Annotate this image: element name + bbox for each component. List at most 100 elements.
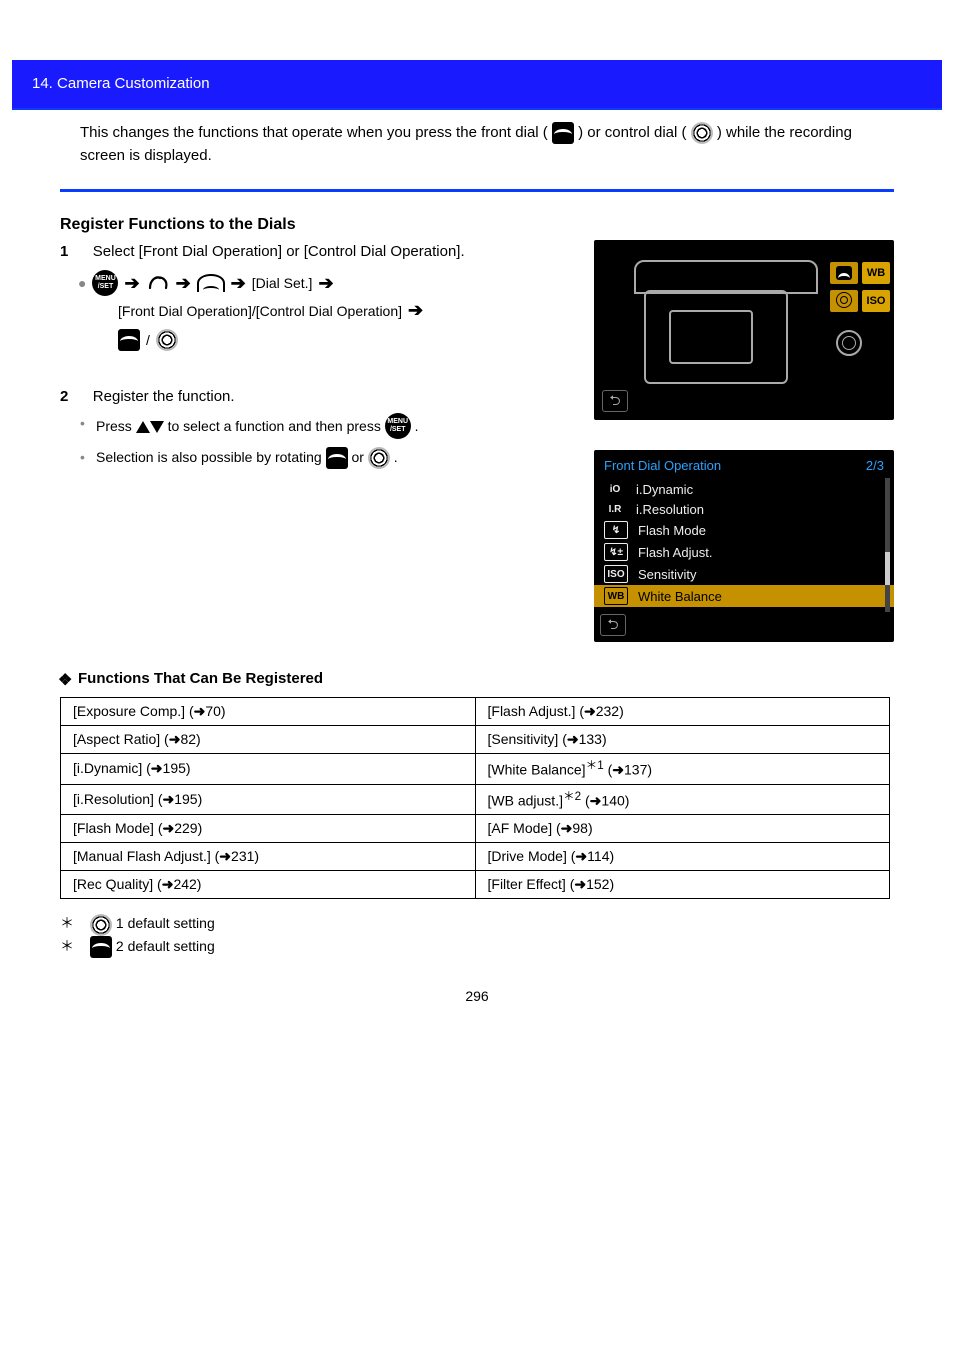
camera-top (634, 260, 818, 294)
footnote-2: ＊ 2 default setting (60, 936, 894, 958)
chapter-bar: 14. Camera Customization (12, 60, 942, 108)
iso-tag: ISO (862, 290, 890, 312)
control-dial-icon (90, 914, 112, 936)
row-icon: ↯ (604, 521, 628, 539)
row-label: i.Dynamic (636, 482, 693, 497)
front-dial-icon (836, 266, 852, 280)
row-label: i.Resolution (636, 502, 704, 517)
scrollbar[interactable] (885, 478, 890, 612)
menu-set-icon: MENU/SET (92, 270, 118, 296)
row-label: White Balance (638, 589, 722, 604)
row-label: Flash Mode (638, 523, 706, 538)
table-cell: [Flash Adjust.] (➜232) (475, 698, 890, 726)
note-text: . (394, 449, 398, 465)
row-icon: I.R (604, 501, 626, 517)
table-cell: [Drive Mode] (➜114) (475, 843, 890, 871)
table-cell: [White Balance]＊1 (➜137) (475, 754, 890, 785)
control-dial-icon (368, 447, 390, 469)
control-dial-tag (830, 290, 858, 312)
step-label: Select [Front Dial Operation] or [Contro… (73, 243, 465, 260)
step-label: Register the function. (73, 388, 235, 405)
table-cell: [Exposure Comp.] (➜70) (61, 698, 476, 726)
front-dial-icon (552, 122, 574, 144)
front-dial-icon (326, 447, 348, 469)
table-cell: [Aspect Ratio] (➜82) (61, 726, 476, 754)
footnotes: ＊ 1 default setting ＊ 2 default setting (0, 899, 954, 958)
arrow-icon: ➔ (124, 273, 139, 294)
step-note-1: Press to select a function and then pres… (60, 409, 574, 443)
custom-menu-icon (146, 274, 170, 292)
dial-icons-line: / (60, 321, 574, 351)
step-note-2: Selection is also possible by rotating o… (60, 443, 574, 473)
menu-row[interactable]: ↯± Flash Adjust. (594, 541, 894, 563)
arrow-icon: ➔ (408, 300, 423, 321)
menu-path-line-1: ● MENU/SET ➔ ➔ ➔ [Dial Set.] ➔ (60, 264, 574, 300)
row-label: Flash Adjust. (638, 545, 712, 560)
row-icon: WB (604, 587, 628, 605)
footnote-text: 1 default setting (116, 915, 215, 931)
functions-table: [Exposure Comp.] (➜70)[Flash Adjust.] (➜… (60, 697, 890, 899)
footnote-text: 2 default setting (116, 938, 215, 954)
intro-text-a: This changes the functions that operate … (80, 124, 548, 141)
dial-set-icon (197, 274, 225, 292)
step-1: 1 Select [Front Dial Operation] or [Cont… (60, 240, 574, 351)
menu-row[interactable]: ISO Sensitivity (594, 563, 894, 585)
down-icon (150, 421, 164, 433)
front-dial-tag (830, 262, 858, 284)
table-cell: [Flash Mode] (➜229) (61, 815, 476, 843)
menu-title: Front Dial Operation (604, 458, 721, 473)
table-cell: [WB adjust.]＊2 (➜140) (475, 784, 890, 815)
intro-paragraph: This changes the functions that operate … (0, 110, 954, 181)
step-number: 2 (60, 388, 68, 405)
front-dial-icon (118, 329, 140, 351)
back-icon: ⮌ (600, 614, 626, 636)
arrow-icon: ➔ (318, 273, 333, 294)
menu-page-indicator: 2/3 (866, 458, 884, 473)
registerable-heading: Functions That Can Be Registered (0, 642, 954, 697)
menu-item-dial-set: [Dial Set.] (252, 275, 313, 291)
menu-path-line-2: [Front Dial Operation]/[Control Dial Ope… (60, 300, 574, 321)
menu-row[interactable]: WB White Balance (594, 585, 894, 607)
screenshot-camera-diagram: WB ISO ⮌ (594, 240, 894, 420)
row-label: Sensitivity (638, 567, 697, 582)
front-dial-icon (90, 936, 112, 958)
back-icon: ⮌ (602, 390, 628, 412)
footnote-1: ＊ 1 default setting (60, 913, 894, 935)
menu-row[interactable]: I.R i.Resolution (594, 499, 894, 519)
intro-text-b: ) or control dial ( (578, 124, 686, 141)
menu-row[interactable]: ↯ Flash Mode (594, 519, 894, 541)
table-cell: [Filter Effect] (➜152) (475, 871, 890, 899)
row-icon: ISO (604, 565, 628, 583)
menu-item-operation: [Front Dial Operation]/[Control Dial Ope… (118, 303, 402, 319)
arrow-icon: ➔ (231, 273, 246, 294)
note-text: Press (96, 418, 136, 434)
arrow-icon: ➔ (176, 273, 191, 294)
section-title: Register Functions to the Dials (0, 192, 954, 240)
table-cell: [Manual Flash Adjust.] (➜231) (61, 843, 476, 871)
slash: / (146, 332, 150, 348)
menu-set-icon: MENU/SET (385, 413, 411, 439)
table-cell: [i.Resolution] (➜195) (61, 784, 476, 815)
note-text: . (415, 418, 419, 434)
wb-tag: WB (862, 262, 890, 284)
camera-control-dial (836, 330, 862, 356)
step-2: 2 Register the function. Press to select… (60, 385, 574, 473)
menu-header: Front Dial Operation 2/3 (594, 452, 894, 479)
table-cell: [Sensitivity] (➜133) (475, 726, 890, 754)
table-cell: [Rec Quality] (➜242) (61, 871, 476, 899)
row-icon: ↯± (604, 543, 628, 561)
note-text: to select a function and then press (168, 418, 385, 434)
note-text: or (351, 449, 367, 465)
row-icon: iO (604, 481, 626, 497)
table-cell: [AF Mode] (➜98) (475, 815, 890, 843)
menu-row[interactable]: iO i.Dynamic (594, 479, 894, 499)
up-icon (136, 421, 150, 433)
camera-screen (669, 310, 753, 364)
control-dial-icon (156, 329, 178, 351)
note-text: Selection is also possible by rotating (96, 449, 326, 465)
control-dial-icon (691, 122, 713, 144)
step-number: 1 (60, 243, 68, 260)
page-number: 296 (0, 988, 954, 1004)
screenshot-menu-list: Front Dial Operation 2/3 iO i.Dynamic I.R i… (594, 450, 894, 642)
table-cell: [i.Dynamic] (➜195) (61, 754, 476, 785)
